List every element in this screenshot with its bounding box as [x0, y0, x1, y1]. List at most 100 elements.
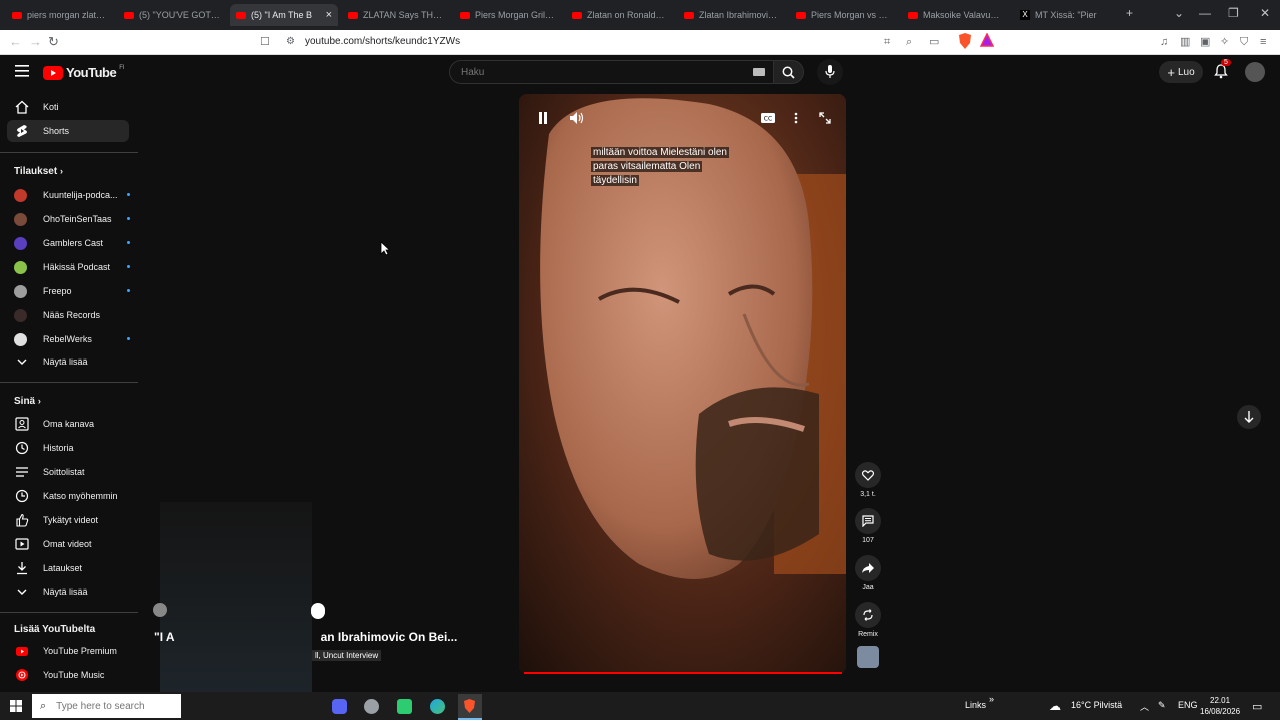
close-window-icon[interactable]: ✕ [1260, 6, 1270, 20]
zoom-icon[interactable]: ⌕ [906, 34, 912, 50]
browser-tab[interactable]: Maksoike Valavuori j [902, 4, 1010, 26]
share-button[interactable]: Jaa [852, 555, 884, 591]
sidebar-toggle-icon[interactable]: ▥ [1180, 34, 1190, 50]
subscription-item[interactable]: Häkissä Podcast [14, 258, 130, 276]
brave-rewards-icon[interactable] [979, 32, 995, 51]
media-icon[interactable]: ♫ [1160, 34, 1168, 50]
brave-taskbar-button[interactable] [458, 694, 482, 720]
sidebar-item-download[interactable]: Lataukset [7, 557, 129, 579]
sidebar-item-youtube-music[interactable]: YouTube Music [7, 664, 129, 686]
menu-icon[interactable]: ≡ [1260, 34, 1266, 50]
date: 16/08/2026 [1200, 707, 1241, 716]
restore-icon[interactable]: ❐ [1228, 6, 1239, 20]
close-tab-icon[interactable]: × [326, 9, 332, 21]
search-button[interactable] [774, 60, 804, 84]
browser-tab[interactable]: Piers Morgan Grills Zl [454, 4, 562, 26]
subscriptions-heading[interactable]: Tilaukset › [14, 166, 63, 177]
comments-button[interactable]: 107 [852, 508, 884, 544]
sidebar-item-like[interactable]: Tykätyt videot [7, 509, 129, 531]
browser-tab[interactable]: Piers Morgan vs Zlat [790, 4, 898, 26]
show-more-subscriptions[interactable]: Näytä lisää [7, 351, 129, 373]
forward-icon[interactable]: → [29, 34, 42, 50]
sidebar-item-youtube-premium[interactable]: YouTube Premium [7, 640, 129, 662]
taskbar-search[interactable]: ⌕ [32, 694, 181, 718]
sidebar-item-home[interactable]: Koti [7, 96, 129, 118]
discord-icon[interactable] [332, 699, 347, 714]
you-heading[interactable]: Sinä › [14, 396, 41, 407]
more-options-button[interactable] [786, 108, 806, 128]
shorts-player[interactable]: CC miltään voittoa Mielestäni olen paras… [519, 94, 846, 674]
new-tab-icon[interactable]: + [1126, 6, 1133, 20]
notification-center-icon[interactable]: ▭ [1252, 700, 1262, 713]
back-icon[interactable]: ← [9, 34, 22, 50]
volume-button[interactable] [567, 108, 587, 128]
subscription-item[interactable]: Kuuntelija-podca... [14, 186, 130, 204]
browser-tab[interactable]: X MT Xissä: "Pier [1014, 4, 1122, 26]
sidebar-item-playlists[interactable]: Soittolistat [7, 461, 129, 483]
search-box[interactable] [449, 60, 774, 84]
sidebar-item-history[interactable]: Historia [7, 437, 129, 459]
sidebar-item-my-videos[interactable]: Omat videot [7, 533, 129, 555]
next-video-button[interactable] [1237, 405, 1261, 429]
bookmark-icon[interactable]: ☐ [260, 34, 270, 50]
clock[interactable]: 22.01 16/08/2026 [1200, 695, 1240, 717]
miniplayer-thumbnail[interactable] [160, 502, 312, 692]
browser-tab[interactable]: Zlatan on Ronaldo an [566, 4, 674, 26]
tab-search-icon[interactable]: ⌄ [1174, 6, 1184, 20]
channel-avatar[interactable] [153, 603, 167, 617]
cast-icon[interactable]: ▭ [929, 34, 939, 50]
wallet-icon[interactable]: ▣ [1200, 34, 1210, 50]
minimize-icon[interactable]: — [1199, 6, 1211, 20]
subscription-item[interactable]: Freepo [14, 282, 130, 300]
leo-icon[interactable]: ✧ [1220, 34, 1229, 50]
create-button[interactable]: + Luo [1159, 61, 1203, 83]
video-progress-bar[interactable] [524, 672, 842, 674]
search-input[interactable] [459, 66, 743, 79]
translate-icon[interactable]: ⌗ [884, 34, 890, 50]
miniplayer-title[interactable]: "I A an Ibrahimovic On Bei... [154, 630, 457, 644]
browser-tab[interactable]: piers morgan zlatan ib [6, 4, 114, 26]
weather-text[interactable]: 16°C Pilvistä [1071, 700, 1122, 710]
like-button[interactable]: 3,1 t. [852, 462, 884, 498]
remix-button[interactable]: Remix [852, 602, 884, 638]
sidebar-item-shorts[interactable]: Shorts [7, 120, 129, 142]
spreadsheet-app-icon[interactable] [397, 699, 412, 714]
account-avatar[interactable] [1245, 62, 1265, 82]
chevron-up-icon[interactable]: ︿ [1140, 700, 1149, 713]
sidebar-item-watch-later[interactable]: Katso myöhemmin [7, 485, 129, 507]
subscription-item[interactable]: Gamblers Cast [14, 234, 130, 252]
keyboard-icon[interactable] [753, 68, 765, 76]
show-more-you[interactable]: Näytä lisää [7, 581, 129, 603]
windows-start-icon[interactable] [10, 700, 22, 715]
voice-search-button[interactable] [817, 59, 843, 85]
app-icon[interactable] [364, 699, 379, 714]
chevron-double-right-icon[interactable]: » [989, 694, 994, 704]
subscription-item[interactable]: Nääs Records [14, 306, 124, 324]
fullscreen-button[interactable] [815, 108, 835, 128]
brave-shield-icon[interactable] [958, 33, 972, 53]
browser-tab[interactable]: Zlatan Ibrahimovic in [678, 4, 786, 26]
sidebar-item-channel[interactable]: Oma kanava [7, 413, 129, 435]
pen-icon[interactable]: ✎ [1158, 700, 1166, 711]
hamburger-menu-icon[interactable] [15, 65, 29, 80]
browser-tab[interactable]: ZLATAN Says THIS Ab [342, 4, 450, 26]
subscription-item[interactable]: RebelWerks [14, 330, 130, 348]
language-indicator[interactable]: ENG [1178, 700, 1198, 710]
edge-icon[interactable] [430, 699, 445, 714]
taskbar-search-input[interactable] [54, 699, 179, 713]
browser-tab[interactable]: (5) "YOU'VE GOT TO B [118, 4, 226, 26]
pause-button[interactable] [533, 108, 553, 128]
reload-icon[interactable]: ↻ [48, 34, 59, 50]
subscription-item[interactable]: OhoTeinSenTaas [14, 210, 130, 228]
links-toolbar[interactable]: Links [965, 700, 986, 710]
my-videos-icon [14, 536, 30, 552]
browser-tab[interactable]: (5) "I Am The B × [230, 4, 338, 26]
youtube-logo[interactable]: YouTube FI [43, 65, 125, 80]
captions-button[interactable]: CC [758, 108, 778, 128]
tab-label: ZLATAN Says THIS Ab [363, 10, 444, 20]
url-field[interactable]: youtube.com/shorts/keundc1YZWs [305, 34, 895, 50]
vpn-icon[interactable]: ⛉ [1240, 34, 1248, 50]
notifications-button[interactable]: 5 [1214, 59, 1231, 82]
site-info-icon[interactable]: ⚙ [286, 34, 295, 50]
audio-thumbnail[interactable] [857, 646, 879, 668]
